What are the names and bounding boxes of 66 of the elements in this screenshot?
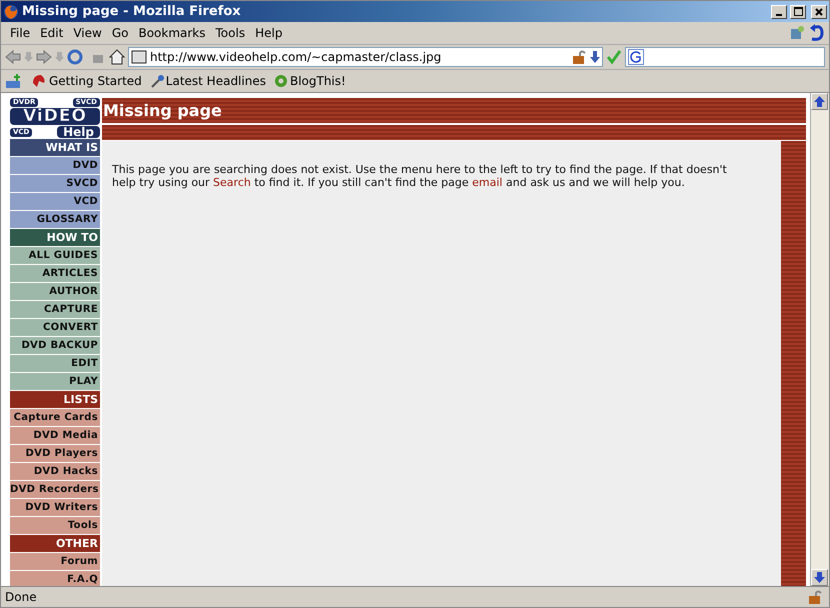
nav-section-header: LISTS <box>10 391 100 408</box>
nav-link[interactable]: PLAY <box>10 373 100 390</box>
nav-link[interactable]: DVD <box>10 157 100 174</box>
arrow-down-icon[interactable] <box>590 50 600 64</box>
nav-link[interactable]: CONVERT <box>10 319 100 336</box>
message-link[interactable]: email <box>472 176 502 189</box>
nav-link[interactable]: Forum <box>10 553 100 570</box>
menu-item[interactable]: Edit <box>35 26 68 40</box>
menu-item[interactable]: File <box>5 26 36 40</box>
nav-section-header: WHAT IS <box>10 139 100 156</box>
bookmark-item[interactable]: Latest Headlines <box>150 74 266 88</box>
message-link[interactable]: Search <box>213 176 251 189</box>
close-icon <box>815 8 823 16</box>
maximize-icon <box>794 7 802 16</box>
status-text: Done <box>5 590 38 604</box>
nav-link[interactable]: DVD Media <box>10 427 100 444</box>
nav-link[interactable]: DVD Players <box>10 445 100 462</box>
nav-link[interactable]: Capture Cards <box>10 409 100 426</box>
scroll-down-icon[interactable] <box>814 572 825 583</box>
search-engine-icon <box>628 49 644 65</box>
home-icon[interactable] <box>109 49 125 65</box>
nav-link[interactable]: DVD BACKUP <box>10 337 100 354</box>
menu-item[interactable]: View <box>68 26 107 40</box>
nav-link[interactable]: VCD <box>10 193 100 210</box>
nav-link[interactable]: AUTHOR <box>10 283 100 300</box>
menu-item[interactable]: Bookmarks <box>133 26 211 40</box>
nav-link[interactable]: ALL GUIDES <box>10 247 100 264</box>
bookmark-icon <box>31 73 47 89</box>
firefox-icon <box>3 4 19 20</box>
close-button[interactable] <box>811 4 827 18</box>
nav-link[interactable]: DVD Writers <box>10 499 100 516</box>
bookmark-add-icon[interactable] <box>5 73 23 89</box>
bookmark-item[interactable]: Getting Started <box>31 73 142 89</box>
page-icon <box>131 50 147 64</box>
nav-link[interactable]: DVD Recorders <box>10 481 100 498</box>
menu-item[interactable]: Tools <box>210 26 250 40</box>
nav-link[interactable]: Tools <box>10 517 100 534</box>
search-field[interactable] <box>625 47 825 67</box>
address-field[interactable]: http://www.videohelp.com/~capmaster/class.jpg <box>128 47 603 67</box>
nav-link[interactable]: ARTICLES <box>10 265 100 282</box>
window-title: Missing page - Mozilla Firefox <box>22 4 242 19</box>
nav-link[interactable]: GLOSSARY <box>10 211 100 228</box>
nav-section-header: HOW TO <box>10 229 100 246</box>
minimize-button[interactable] <box>771 4 787 18</box>
nav-link[interactable]: DVD Hacks <box>10 463 100 480</box>
check-icon[interactable] <box>606 49 622 65</box>
scroll-up-icon[interactable] <box>814 96 825 107</box>
nav-link[interactable]: F.A.Q <box>10 571 100 586</box>
menu-item[interactable]: Help <box>250 26 288 40</box>
forward-icon[interactable] <box>36 49 52 65</box>
nav-link[interactable]: SVCD <box>10 175 100 192</box>
vertical-scrollbar[interactable] <box>810 93 829 586</box>
site-logo[interactable]: ViDEO <box>10 108 100 125</box>
minimize-icon <box>776 14 782 16</box>
nav-link[interactable]: EDIT <box>10 355 100 372</box>
logo-text: Help <box>57 126 100 138</box>
page-heading: Missing page <box>102 98 806 123</box>
maximize-button[interactable] <box>790 4 806 18</box>
back-icon[interactable] <box>5 49 21 65</box>
error-message: This page you are searching does not exist. Use the menu here to the left to try to find the page. If that doesn't help try using our Search to find it. If you still can't find the page email and ask us and we will help you. <box>112 163 728 189</box>
padlock-icon <box>571 49 587 65</box>
menu-item[interactable]: Go <box>106 26 134 40</box>
microphone-icon <box>150 74 164 88</box>
nav-section-header: OTHER <box>10 535 100 552</box>
nav-link[interactable]: CAPTURE <box>10 301 100 318</box>
bookmark-item[interactable]: BlogThis! <box>274 74 346 88</box>
